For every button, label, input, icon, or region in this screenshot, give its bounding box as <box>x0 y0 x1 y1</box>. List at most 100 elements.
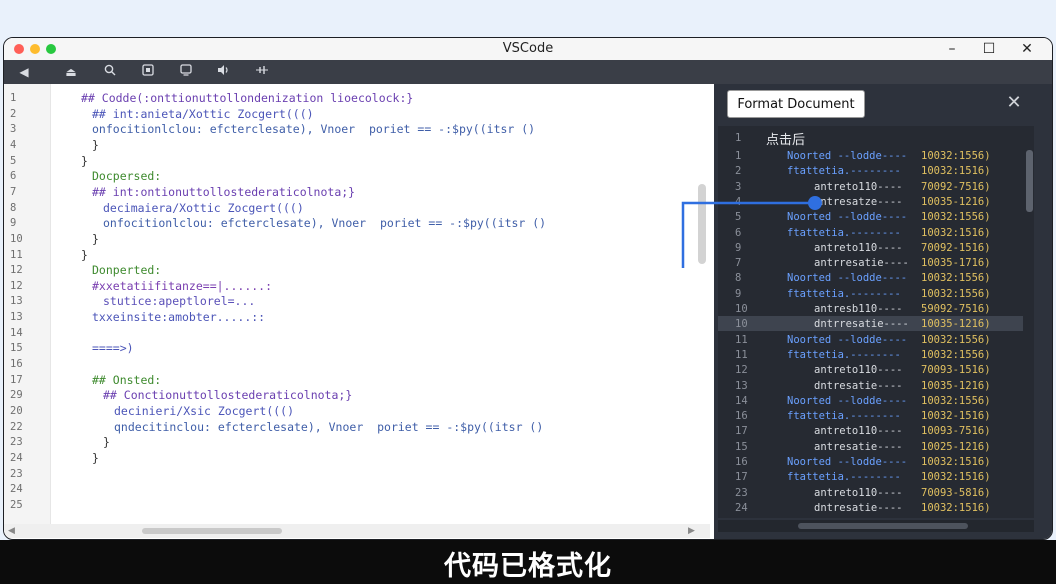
line-number: 1 <box>10 92 17 104</box>
panel-code-value: 10093-7516) <box>921 425 991 438</box>
panel-vertical-scrollbar[interactable] <box>1026 150 1033 212</box>
panel-line-number: 10 <box>735 303 748 315</box>
panel-code-text: antreto110---- <box>814 364 903 377</box>
minimize-button[interactable]: – <box>942 39 962 59</box>
panel-code-text: antreto110---- <box>814 180 903 193</box>
code-line: } <box>92 450 99 465</box>
toolbar: ◀ ⏏ <box>4 60 1052 84</box>
horizontal-scroll-thumb[interactable] <box>142 528 282 534</box>
editor-vertical-scrollbar[interactable] <box>698 184 706 264</box>
panel-code-text: ftattetia.-------- <box>787 226 901 239</box>
panel-line-number: 14 <box>735 394 748 407</box>
line-number: 24 <box>10 483 23 496</box>
panel-code-value: 10032:1556) <box>921 272 991 285</box>
editor-horizontal-scrollbar[interactable]: ◀ ▶ <box>4 524 710 538</box>
panel-code-value: 10035-1216) <box>921 318 991 331</box>
close-button[interactable]: ✕ <box>1017 39 1037 59</box>
code-editor[interactable]: 1 2 3 4 5 6 7 8 9 10 11 12 12 13 13 14 15 16 17 29 20 22 23 24 2… <box>4 84 710 524</box>
code-line: txxeinsite:amobter.....:: <box>92 310 266 325</box>
panel-line-number: 13 <box>735 379 748 392</box>
code-line: #xxetatiifitanze==|......: <box>92 278 273 293</box>
panel-code-text: antresb110---- <box>814 303 903 315</box>
line-number: 25 <box>10 498 23 511</box>
panel-line-number: 9 <box>735 287 742 300</box>
panel-code-text: antreto110---- <box>814 486 903 499</box>
panel-code-value: 10032-1516) <box>921 410 991 423</box>
panel-code-value: 10025-1216) <box>921 440 991 453</box>
code-line: } <box>81 153 88 168</box>
panel-code-text: antrresatie---- <box>814 257 909 270</box>
panel-code-text: antreto110---- <box>814 241 903 254</box>
panel-line-number: 11 <box>735 348 748 361</box>
panel-line-number: 8 <box>735 272 742 285</box>
stop-icon[interactable] <box>138 62 158 82</box>
panel-line-number: 12 <box>735 364 748 377</box>
line-number: 23 <box>10 436 23 449</box>
panel-code-text: dntresatie---- <box>814 379 903 392</box>
vscode-window: VSCode – ☐ ✕ ◀ ⏏ 1 2 3 4 5 6 7 8 9 10 11 12 12 13 13 14… <box>3 37 1053 540</box>
panel-code-value: 10035-1716) <box>921 257 991 270</box>
panel-scroll-thumb[interactable] <box>798 523 968 529</box>
panel-code-text: Noorted --lodde---- <box>787 333 908 346</box>
code-line: ## Codde(:onttionuttollondenization lioe… <box>81 91 414 105</box>
code-line: decinieri/Xsic Zocgert((() <box>114 404 295 418</box>
panel-line-number: 17 <box>735 425 748 438</box>
panel-code-value: 10032:1556) <box>921 150 991 162</box>
line-number: 3 <box>10 123 17 136</box>
search-icon[interactable] <box>100 62 120 82</box>
panel-close-icon[interactable]: ✕ <box>1004 92 1024 113</box>
format-document-button[interactable]: Format Document <box>727 90 865 118</box>
formatted-code-view[interactable]: 1 点击后 1 Noorted --lodde---- 10032:1556) 2 ft… <box>718 126 1034 518</box>
panel-code-value: 10032:1516) <box>921 501 991 514</box>
panel-line-number: 15 <box>735 440 748 453</box>
panel-line-number: 11 <box>735 333 748 346</box>
scroll-left-icon[interactable]: ◀ <box>8 524 15 538</box>
screen-icon[interactable] <box>176 62 196 82</box>
panel-code-value: 10032:1556) <box>921 348 991 361</box>
panel-code-text: antreto110---- <box>814 425 903 438</box>
equalizer-icon[interactable] <box>252 62 272 82</box>
panel-line-number: 1 <box>735 150 742 162</box>
panel-line-number: 16 <box>735 456 748 468</box>
scroll-right-icon[interactable]: ▶ <box>688 524 695 538</box>
caption-text: 代码已格式化 <box>444 551 612 582</box>
panel-horizontal-scrollbar[interactable] <box>718 520 1034 532</box>
panel-code-value: 10032:1556) <box>921 333 991 346</box>
panel-header-text: 点击后 <box>766 133 806 148</box>
code-line: ## int:anieta/Xottic Zocgert((() <box>92 106 314 121</box>
line-number: 15 <box>10 342 23 355</box>
panel-code-value: 10032:1516) <box>921 471 991 484</box>
line-number: 29 <box>10 389 23 402</box>
panel-line-number: 16 <box>735 410 748 423</box>
panel-line-number: 5 <box>735 211 742 224</box>
panel-code-value: 10032:1556) <box>921 394 991 407</box>
eject-icon[interactable]: ⏏ <box>61 62 81 82</box>
restore-button[interactable]: ☐ <box>979 39 999 59</box>
panel-header-line-number: 1 <box>735 132 742 144</box>
panel-code-value: 10035-1216) <box>921 379 991 392</box>
code-line: ====>) <box>92 341 134 356</box>
panel-code-text: ftattetia.-------- <box>787 410 901 423</box>
panel-line-number: 24 <box>735 501 748 514</box>
format-preview-panel: Format Document ✕ 1 点击后 1 Noorted --lodde… <box>714 84 1052 539</box>
line-number: 4 <box>10 138 17 151</box>
line-number: 16 <box>10 358 23 371</box>
line-number: 8 <box>10 201 17 214</box>
title-bar: VSCode – ☐ ✕ <box>4 38 1052 61</box>
panel-code-text: Noorted --lodde---- <box>787 394 908 407</box>
speaker-icon[interactable] <box>214 62 234 82</box>
back-icon[interactable]: ◀ <box>14 62 34 82</box>
line-number: 22 <box>10 420 23 433</box>
line-number: 7 <box>10 185 17 198</box>
code-line: stutice:apeptlorel=... <box>103 294 256 309</box>
panel-code-text: ftattetia.-------- <box>787 471 901 484</box>
line-number: 2 <box>10 107 17 120</box>
code-line: } <box>103 435 110 450</box>
panel-code-value: 10032:1556) <box>921 287 991 300</box>
panel-line-number: 10 <box>735 318 748 331</box>
line-number: 9 <box>10 217 17 230</box>
panel-code-text: Noorted --lodde---- <box>787 456 908 468</box>
panel-code-text: dntrresatie---- <box>814 318 909 331</box>
code-line: decimaiera/Xottic Zocgert((() <box>103 200 304 215</box>
code-line: qndecitinclou: efcterclesate), Vnoer por… <box>114 419 544 434</box>
